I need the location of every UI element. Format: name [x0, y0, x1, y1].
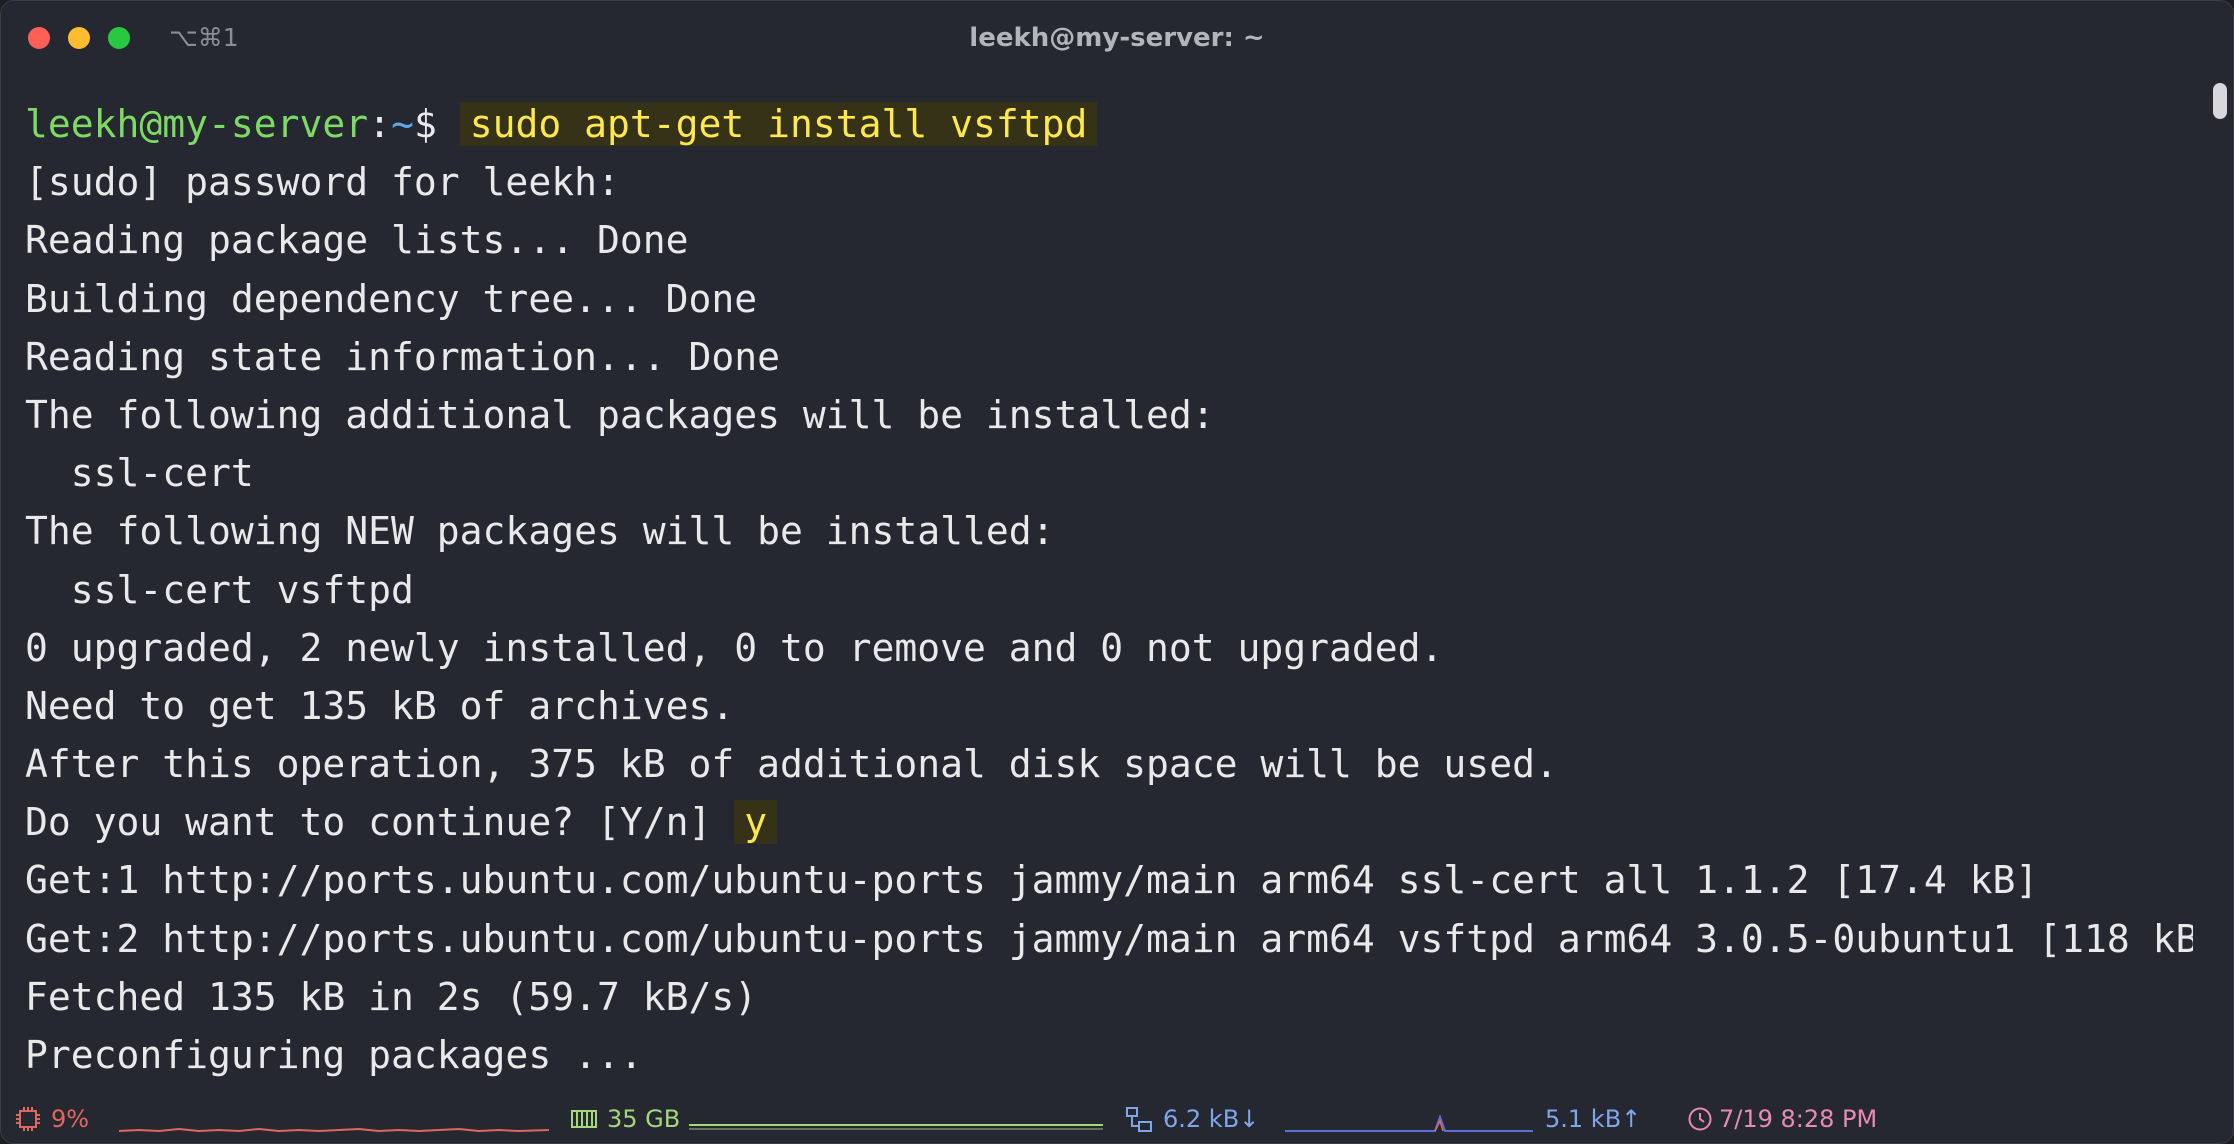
- output-line: Need to get 135 kB of archives.: [25, 683, 735, 728]
- status-bar: 9% 35 GB 6.2 kB↓ 5.1 kB↑ 7/19 8:28 PM: [1, 1093, 2233, 1143]
- cpu-usage: 9%: [51, 1105, 90, 1133]
- title-bar[interactable]: ⌥⌘1 leekh@my-server: ~: [1, 1, 2233, 75]
- prompt-path: ~: [391, 102, 414, 146]
- output-line: After this operation, 375 kB of addition…: [25, 742, 1558, 787]
- clock-time: 7/19 8:28 PM: [1719, 1105, 1878, 1133]
- memory-sparkline: [689, 1124, 1103, 1130]
- output-line: Reading state information... Done: [25, 334, 780, 379]
- output-line: 0 upgraded, 2 newly installed, 0 to remo…: [25, 625, 1444, 670]
- network-download: 6.2 kB↓: [1163, 1105, 1260, 1133]
- output-line: ssl-cert: [25, 451, 254, 496]
- network-sparkline: [1285, 1114, 1533, 1132]
- output-line: Reading package lists... Done: [25, 218, 689, 263]
- terminal-window: ⌥⌘1 leekh@my-server: ~ leekh@my-server:~…: [0, 0, 2234, 1144]
- output-line: [sudo] password for leekh:: [25, 160, 620, 205]
- command-text: sudo apt-get install vsftpd: [459, 102, 1098, 146]
- cpu-sparkline: [119, 1127, 549, 1133]
- terminal-output[interactable]: leekh@my-server:~$ sudo apt-get install …: [25, 95, 2193, 1087]
- output-line: ssl-cert vsftpd: [25, 567, 414, 612]
- confirm-answer: y: [734, 800, 778, 845]
- output-line: Fetched 135 kB in 2s (59.7 kB/s): [25, 974, 758, 1019]
- prompt-line: leekh@my-server:~$ sudo apt-get install …: [25, 95, 2193, 153]
- output-line: The following additional packages will b…: [25, 392, 1215, 437]
- cpu-icon: [16, 1107, 40, 1131]
- prompt-dollar: $: [413, 102, 460, 146]
- memory-usage: 35 GB: [607, 1105, 681, 1133]
- output-line: The following NEW packages will be insta…: [25, 509, 1055, 554]
- scrollbar[interactable]: [2203, 75, 2233, 1087]
- window-title: leekh@my-server: ~: [969, 23, 1265, 53]
- output-line: Preconfiguring packages ...: [25, 1033, 643, 1077]
- confirm-question: Do you want to continue? [Y/n]: [25, 800, 735, 845]
- scrollbar-thumb[interactable]: [2213, 83, 2227, 119]
- output-line: Get:1 http://ports.ubuntu.com/ubuntu-por…: [25, 858, 2039, 903]
- confirm-line: Do you want to continue? [Y/n] y: [25, 793, 2193, 851]
- network-icon: [1126, 1107, 1152, 1132]
- prompt-user-host: leekh@my-server: [25, 102, 369, 146]
- prompt-colon: :: [368, 102, 392, 146]
- memory-icon: [571, 1110, 597, 1128]
- network-upload: 5.1 kB↑: [1545, 1105, 1642, 1133]
- output-line: Get:2 http://ports.ubuntu.com/ubuntu-por…: [25, 916, 2193, 961]
- clock-icon: [1688, 1107, 1712, 1131]
- output-line: Building dependency tree... Done: [25, 276, 758, 321]
